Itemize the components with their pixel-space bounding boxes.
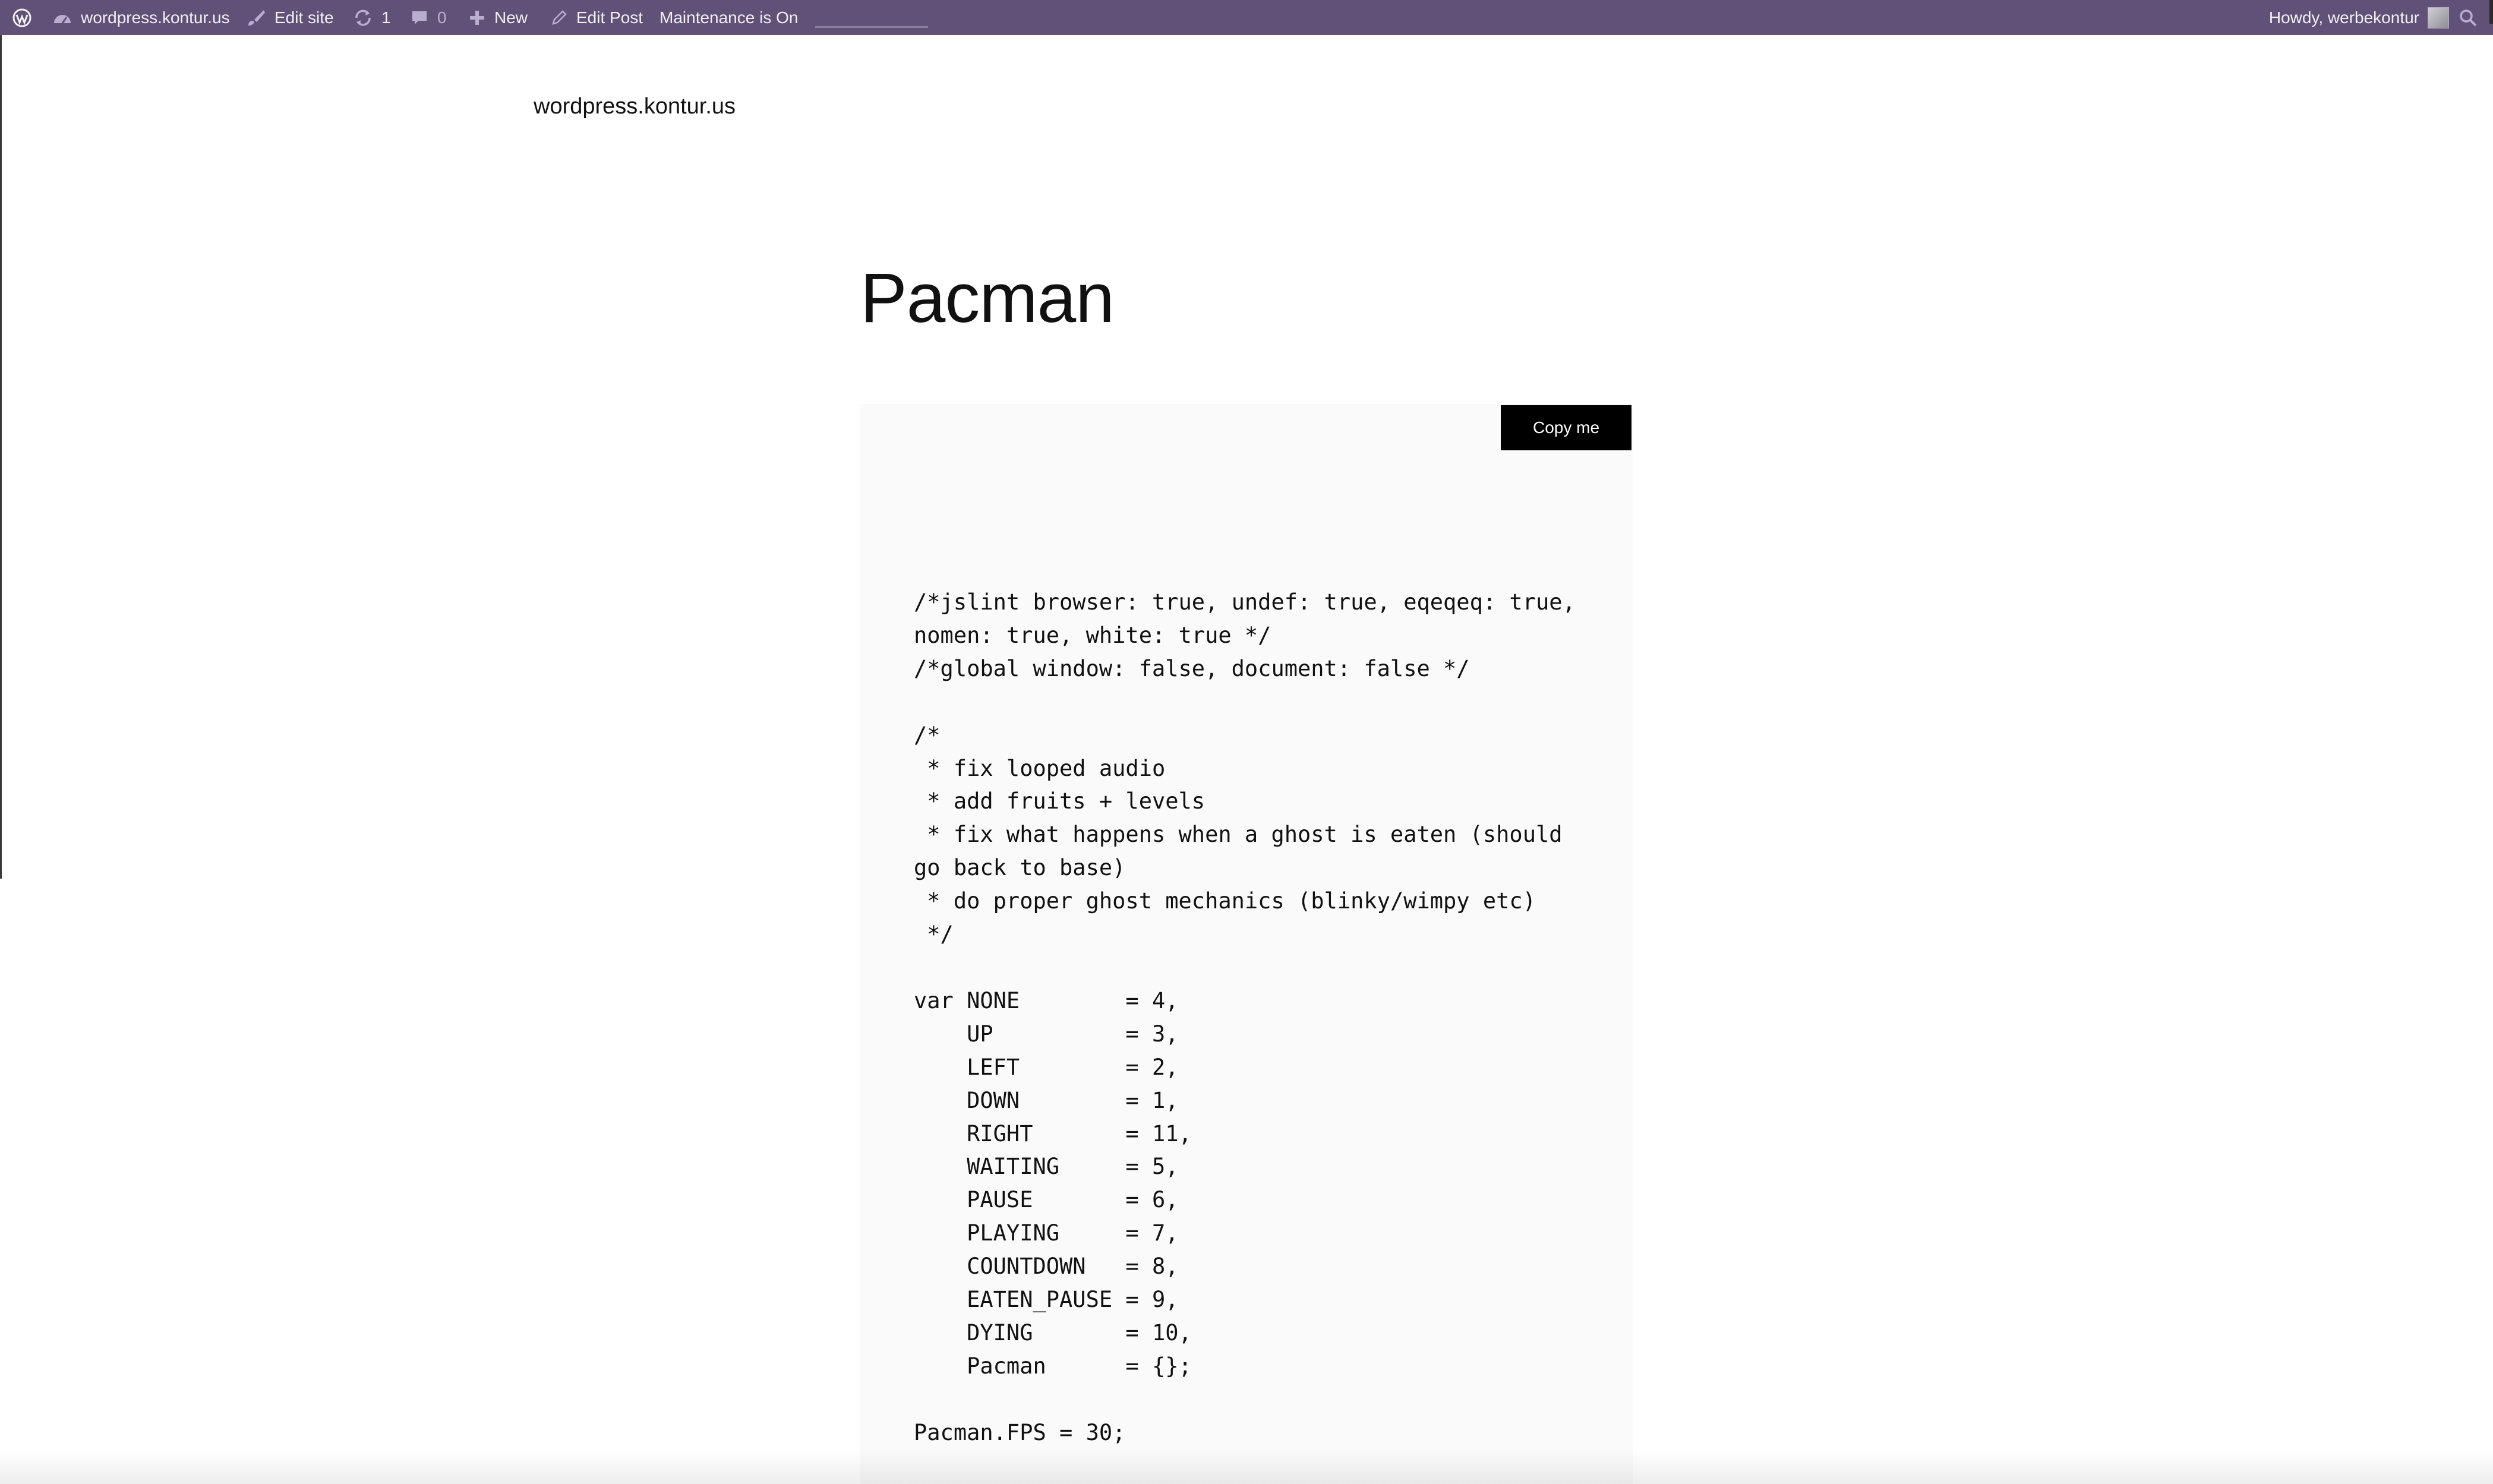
code-block: /*jslint browser: true, undef: true, eqe…	[860, 404, 1633, 1484]
comments-count: 0	[437, 8, 447, 27]
edit-site-menu[interactable]: Edit site	[246, 0, 334, 35]
new-label: New	[494, 8, 528, 27]
site-name-menu[interactable]: wordpress.kontur.us	[52, 0, 230, 35]
search-icon	[2459, 8, 2478, 27]
wordpress-logo-icon	[12, 8, 32, 28]
new-content-menu[interactable]: New	[468, 0, 528, 35]
dashboard-icon	[52, 9, 72, 27]
edit-post-label: Edit Post	[576, 8, 643, 27]
scrollbar-thumb[interactable]	[2489, 0, 2493, 24]
my-account-menu[interactable]: Howdy, werbekontur	[2269, 0, 2419, 35]
admin-bar: wordpress.kontur.us Edit site 1 0 New Ed…	[0, 0, 2493, 35]
comments-menu[interactable]: 0	[410, 0, 447, 35]
comment-bubble-icon	[410, 8, 429, 27]
copy-code-button[interactable]: Copy me	[1501, 405, 1632, 450]
avatar[interactable]	[2428, 7, 2449, 29]
plus-icon	[468, 9, 486, 27]
post-title: Pacman	[860, 259, 1115, 337]
updates-icon	[353, 8, 373, 28]
maintenance-status[interactable]: Maintenance is On	[659, 0, 798, 35]
updates-count: 1	[381, 8, 391, 27]
window-left-edge	[0, 35, 2, 879]
brush-icon	[246, 8, 266, 28]
updates-menu[interactable]: 1	[353, 0, 391, 35]
code-text: /*jslint browser: true, undef: true, eqe…	[914, 589, 1576, 1445]
admin-bar-divider	[815, 26, 928, 28]
pencil-icon	[550, 9, 568, 27]
site-title-link[interactable]: wordpress.kontur.us	[534, 94, 736, 119]
greeting-label: Howdy, werbekontur	[2268, 8, 2419, 27]
maintenance-label: Maintenance is On	[659, 8, 799, 27]
wp-logo-menu[interactable]	[12, 0, 40, 35]
edit-site-label: Edit site	[274, 8, 334, 27]
admin-search[interactable]	[2459, 0, 2478, 35]
site-name-label: wordpress.kontur.us	[81, 8, 230, 27]
edit-post-menu[interactable]: Edit Post	[550, 0, 643, 35]
